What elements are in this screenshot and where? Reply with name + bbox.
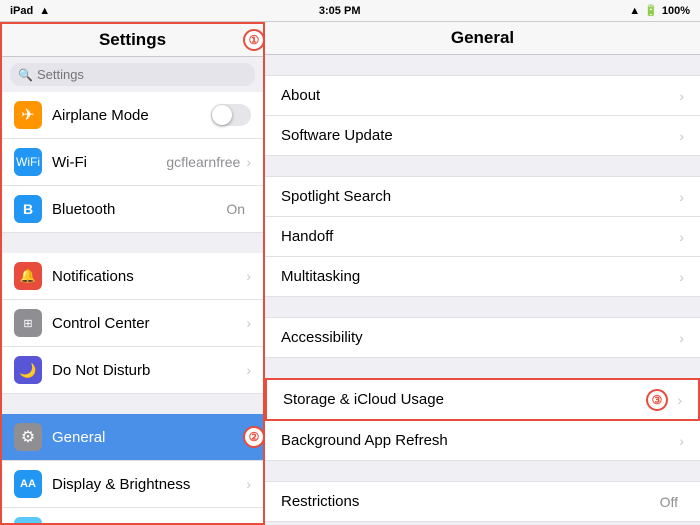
sidebar-item-label: Airplane Mode <box>52 107 211 124</box>
right-item-label: About <box>281 87 679 104</box>
sidebar-item-general[interactable]: ⚙ General ② <box>2 414 263 461</box>
right-panel-list: About › Software Update › Spotlight Sear… <box>265 75 700 525</box>
chevron-icon: › <box>679 189 684 205</box>
right-item-about[interactable]: About › <box>265 75 700 116</box>
right-item-multitasking[interactable]: Multitasking › <box>265 257 700 297</box>
search-icon: 🔍 <box>18 68 33 82</box>
status-bar: iPad ▲ 3:05 PM ▲ 🔋 100% <box>0 0 700 22</box>
search-input[interactable] <box>37 67 247 82</box>
chevron-icon: › <box>246 476 251 492</box>
wifi-value: gcflearnfree <box>166 154 240 170</box>
status-left: iPad ▲ <box>10 5 50 17</box>
right-section-2: Spotlight Search › Handoff › Multitaskin… <box>265 176 700 297</box>
signal-icon: ▲ <box>629 5 640 17</box>
controlcenter-icon: ⊞ <box>14 309 42 337</box>
chevron-icon: › <box>677 392 682 408</box>
annotation-1: ① <box>243 29 265 51</box>
sidebar-list: ✈ Airplane Mode WiFi Wi-Fi gcflearnfree … <box>2 92 263 523</box>
right-panel: General About › Software Update › Spotli… <box>265 22 700 525</box>
right-item-label: Storage & iCloud Usage <box>283 391 649 408</box>
right-item-label: Handoff <box>281 228 679 245</box>
bluetooth-icon: B <box>14 195 42 223</box>
annotation-3: ③ <box>646 389 668 411</box>
chevron-icon: › <box>246 268 251 284</box>
right-item-label: Multitasking <box>281 268 679 285</box>
chevron-icon: › <box>679 88 684 104</box>
sidebar-section-connectivity: ✈ Airplane Mode WiFi Wi-Fi gcflearnfree … <box>2 92 263 233</box>
right-item-label: Spotlight Search <box>281 188 679 205</box>
right-section-4: Storage & iCloud Usage ③ › Background Ap… <box>265 378 700 461</box>
right-panel-title: General <box>451 28 514 47</box>
sidebar-item-donotdisturb[interactable]: 🌙 Do Not Disturb › <box>2 347 263 394</box>
sidebar-item-label: Wallpaper <box>52 523 246 524</box>
wifi-icon: WiFi <box>14 148 42 176</box>
chevron-icon: › <box>246 154 251 170</box>
search-bar[interactable]: 🔍 <box>10 63 255 86</box>
status-time: 3:05 PM <box>319 5 361 17</box>
right-item-backgroundapprefresh[interactable]: Background App Refresh › <box>265 421 700 461</box>
status-ipad: iPad <box>10 5 33 17</box>
chevron-icon: › <box>679 269 684 285</box>
chevron-icon: › <box>246 315 251 331</box>
sidebar: Settings ① 🔍 ✈ Airplane Mode WiFi Wi-Fi … <box>0 22 265 525</box>
sidebar-header: Settings ① <box>2 24 263 57</box>
main-content: Settings ① 🔍 ✈ Airplane Mode WiFi Wi-Fi … <box>0 22 700 525</box>
battery-level: 100% <box>662 5 690 17</box>
section-gap-1 <box>2 233 263 253</box>
sidebar-item-label: Control Center <box>52 315 246 332</box>
right-item-label: Software Update <box>281 127 679 144</box>
chevron-icon: › <box>679 128 684 144</box>
donotdisturb-icon: 🌙 <box>14 356 42 384</box>
sidebar-item-wallpaper[interactable]: 🖼 Wallpaper › <box>2 508 263 523</box>
sidebar-item-controlcenter[interactable]: ⊞ Control Center › <box>2 300 263 347</box>
status-right: ▲ 🔋 100% <box>629 4 690 17</box>
right-section-3: Accessibility › <box>265 317 700 358</box>
sidebar-item-label: Wi-Fi <box>52 154 166 171</box>
chevron-icon: › <box>679 433 684 449</box>
sidebar-item-bluetooth[interactable]: B Bluetooth On <box>2 186 263 233</box>
chevron-icon: › <box>679 229 684 245</box>
sidebar-section-controls: 🔔 Notifications › ⊞ Control Center › 🌙 D… <box>2 253 263 394</box>
sidebar-title: Settings <box>99 30 166 50</box>
sidebar-item-notifications[interactable]: 🔔 Notifications › <box>2 253 263 300</box>
right-section-1: About › Software Update › <box>265 75 700 156</box>
sidebar-item-display[interactable]: AA Display & Brightness › <box>2 461 263 508</box>
notifications-icon: 🔔 <box>14 262 42 290</box>
right-item-accessibility[interactable]: Accessibility › <box>265 317 700 358</box>
right-item-storageicloud[interactable]: Storage & iCloud Usage ③ › <box>265 378 700 421</box>
right-item-spotlightsearch[interactable]: Spotlight Search › <box>265 176 700 217</box>
sidebar-item-airplane[interactable]: ✈ Airplane Mode <box>2 92 263 139</box>
right-item-handoff[interactable]: Handoff › <box>265 217 700 257</box>
right-item-softwareupdate[interactable]: Software Update › <box>265 116 700 156</box>
sidebar-item-label: Display & Brightness <box>52 476 246 493</box>
airplane-icon: ✈ <box>14 101 42 129</box>
section-gap-2 <box>2 394 263 414</box>
right-item-restrictions[interactable]: Restrictions Off <box>265 481 700 522</box>
airplane-toggle[interactable] <box>211 104 251 126</box>
sidebar-item-label: General <box>52 429 251 446</box>
chevron-icon: › <box>246 362 251 378</box>
general-icon: ⚙ <box>14 423 42 451</box>
right-item-label: Background App Refresh <box>281 432 679 449</box>
right-item-label: Accessibility <box>281 329 679 346</box>
right-section-5: Restrictions Off <box>265 481 700 522</box>
sidebar-section-general: ⚙ General ② AA Display & Brightness › 🖼 … <box>2 414 263 523</box>
sidebar-item-label: Notifications <box>52 268 246 285</box>
bluetooth-value: On <box>226 201 245 217</box>
annotation-2: ② <box>243 426 263 448</box>
sidebar-item-label: Bluetooth <box>52 201 226 218</box>
battery-icon: 🔋 <box>644 4 658 17</box>
right-item-label: Restrictions <box>281 493 660 510</box>
sidebar-item-wifi[interactable]: WiFi Wi-Fi gcflearnfree › <box>2 139 263 186</box>
chevron-icon: › <box>679 330 684 346</box>
wifi-icon: ▲ <box>39 5 50 17</box>
restrictions-value: Off <box>660 494 678 510</box>
sidebar-item-label: Do Not Disturb <box>52 362 246 379</box>
wallpaper-icon: 🖼 <box>14 517 42 523</box>
right-panel-header: General <box>265 22 700 55</box>
display-icon: AA <box>14 470 42 498</box>
